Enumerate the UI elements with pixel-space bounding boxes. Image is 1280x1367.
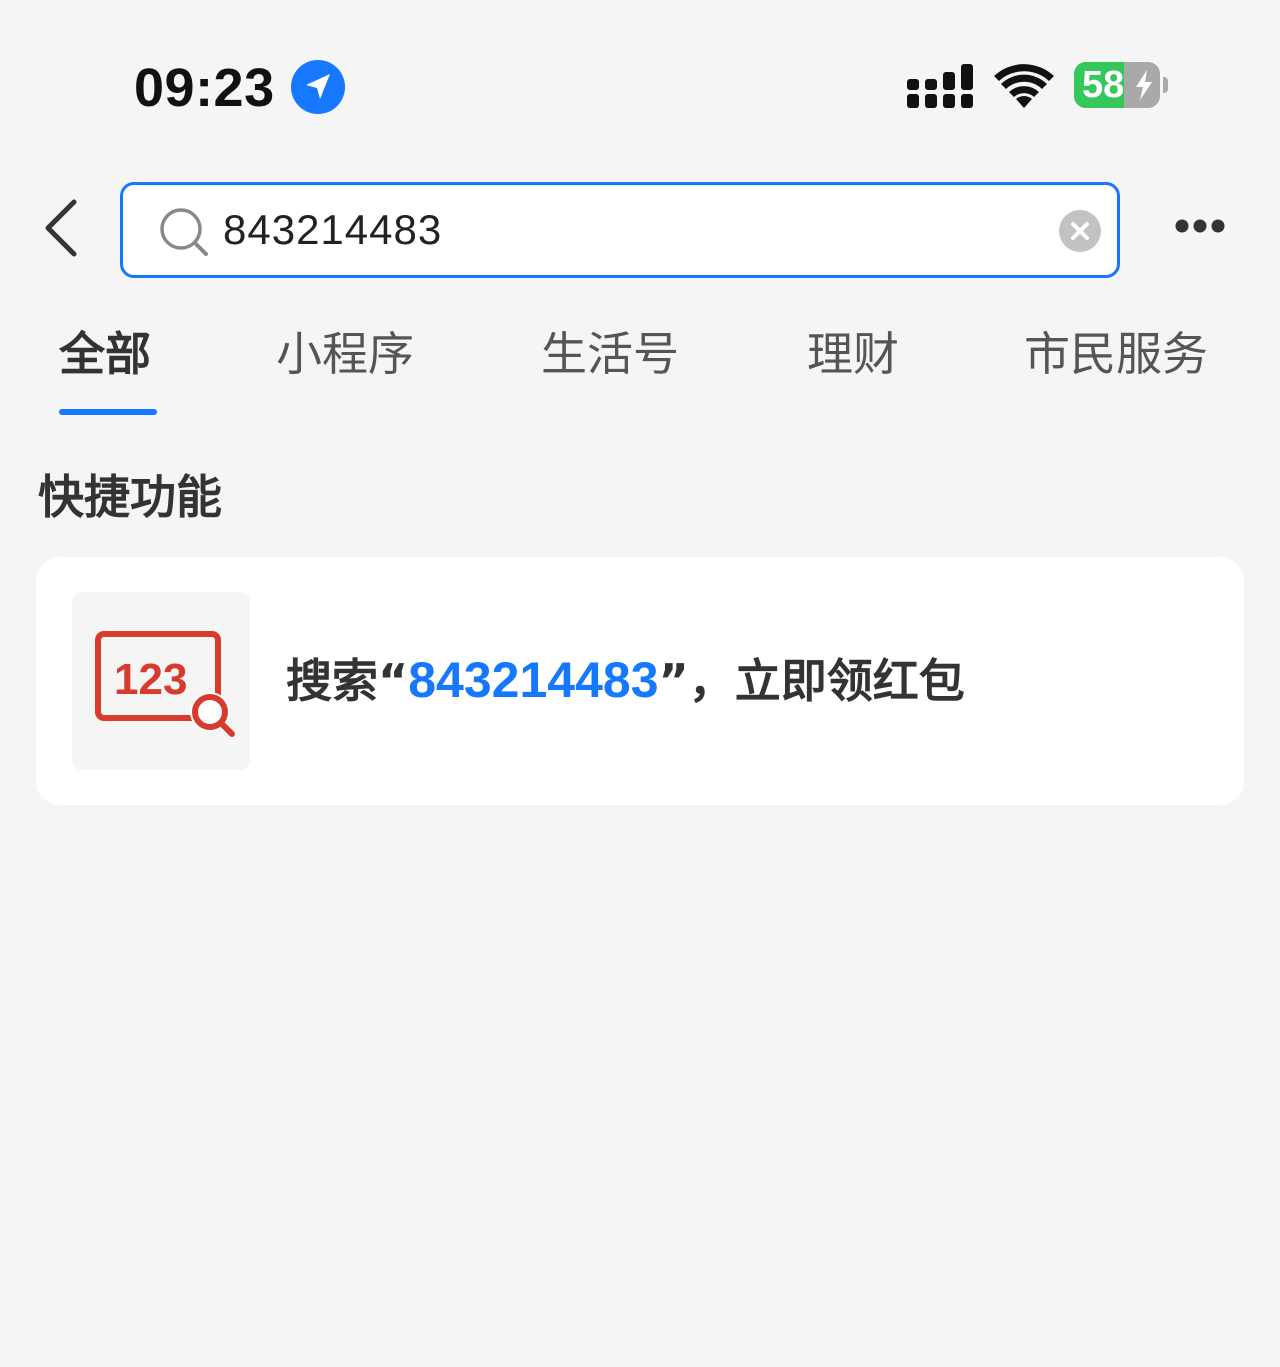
wifi-icon [994, 64, 1054, 108]
search-input[interactable] [223, 185, 1043, 275]
active-tab-indicator [59, 409, 157, 415]
search-icon [160, 208, 208, 256]
battery-indicator: 58 [1074, 62, 1170, 108]
tab-life-accounts[interactable]: 生活号 [541, 318, 679, 390]
clear-search-button[interactable] [1059, 210, 1101, 252]
status-time: 09:23 [134, 58, 275, 118]
battery-body: 58 [1074, 62, 1160, 108]
more-options-button[interactable] [1170, 206, 1230, 246]
back-button[interactable] [38, 198, 86, 258]
card-label: 搜索“843214483”，立即领红包 [286, 645, 965, 715]
location-arrow-icon [291, 60, 345, 114]
quick-function-card[interactable]: 123 搜索“843214483”，立即领红包 [36, 557, 1244, 805]
search-box[interactable] [120, 182, 1120, 278]
cellular-signal-icon [907, 64, 973, 108]
tab-finance[interactable]: 理财 [807, 318, 899, 390]
card-icon-container: 123 [72, 592, 250, 770]
more-dots-icon [1175, 219, 1225, 233]
tab-mini-programs[interactable]: 小程序 [276, 318, 414, 390]
section-title: 快捷功能 [38, 470, 222, 524]
battery-cap [1163, 77, 1168, 93]
number-search-icon: 123 [95, 631, 235, 737]
svg-text:123: 123 [114, 655, 187, 704]
card-keyword: 843214483 [408, 652, 659, 708]
card-label-suffix: ”，立即领红包 [658, 654, 965, 708]
battery-level: 58 [1082, 64, 1125, 106]
clear-icon [1071, 222, 1089, 240]
card-label-prefix: 搜索“ [286, 654, 409, 708]
battery-charging-icon [1136, 70, 1152, 100]
tab-citizen-services[interactable]: 市民服务 [1024, 318, 1208, 390]
tab-all[interactable]: 全部 [59, 318, 151, 390]
